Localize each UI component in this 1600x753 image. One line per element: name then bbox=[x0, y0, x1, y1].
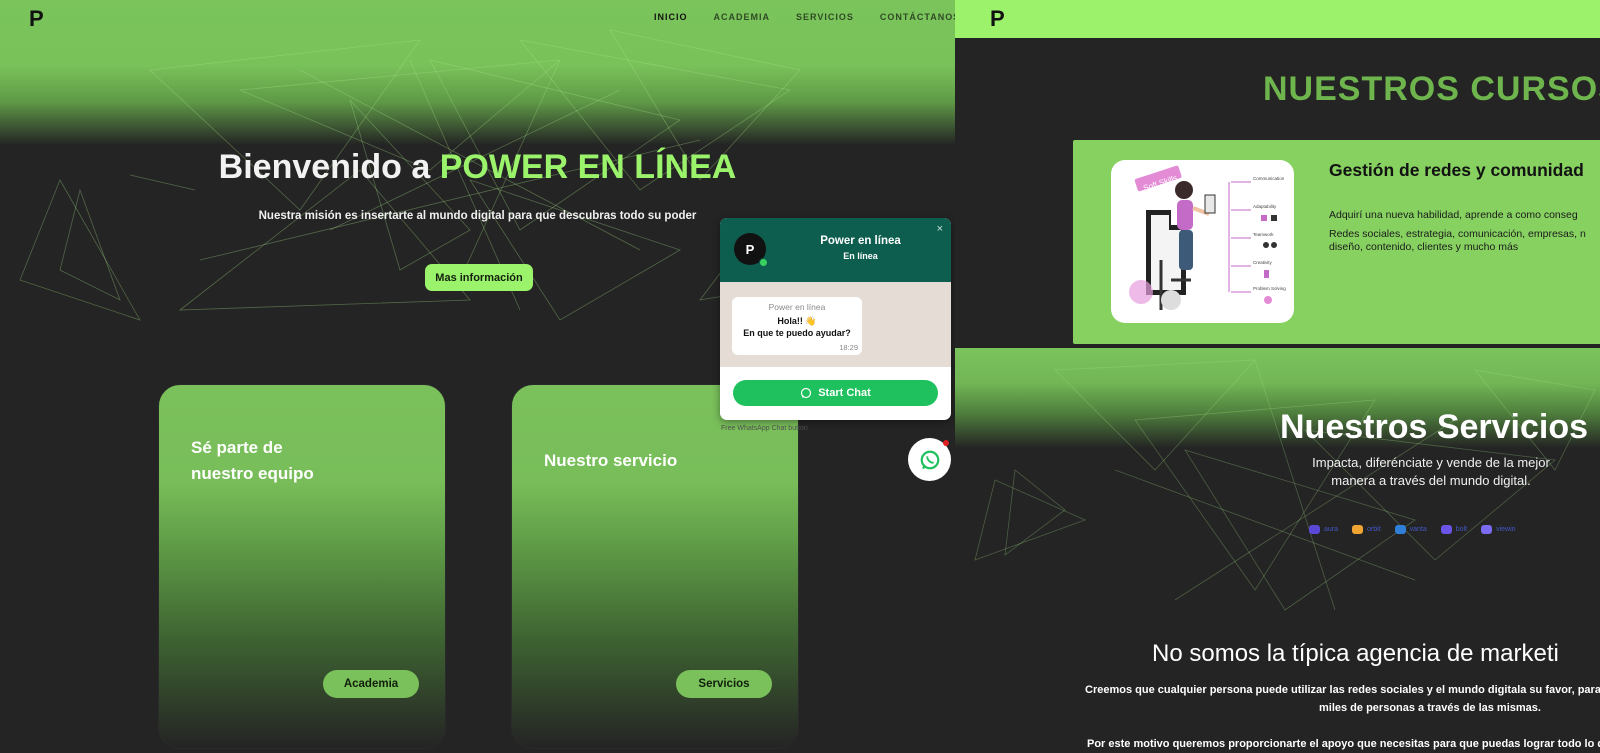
brand-logo-vanta: vanta bbox=[1394, 525, 1427, 534]
more-info-button[interactable]: Mas información bbox=[425, 264, 533, 291]
service-card-title: Nuestro servicio bbox=[544, 451, 678, 470]
close-icon[interactable]: × bbox=[937, 223, 943, 235]
message-sender: Power en línea bbox=[768, 302, 826, 312]
courses-title: NUESTROS CURSOS bbox=[1263, 70, 1600, 108]
nav-academia[interactable]: ACADEMIA bbox=[714, 12, 771, 22]
agency-title: No somos la típica agencia de marketi bbox=[1152, 640, 1559, 667]
course-title: Gestión de redes y comunidad bbox=[1329, 160, 1584, 180]
free-whatsapp-link[interactable]: Free WhatsApp Chat button bbox=[721, 425, 808, 432]
nav-servicios[interactable]: SERVICIOS bbox=[796, 12, 854, 22]
academia-button[interactable]: Academia bbox=[323, 670, 419, 698]
bolt-icon bbox=[1440, 525, 1452, 534]
aura-icon bbox=[1309, 525, 1320, 534]
brand-logo-aura: aura bbox=[1309, 525, 1338, 534]
vanta-icon bbox=[1394, 525, 1406, 534]
whatsapp-chat-popup: P Power en línea En línea × Power en lín… bbox=[720, 218, 951, 420]
academy-page-panel: P NUESTROS CURSOS Soft Skills Communicat… bbox=[955, 0, 1600, 753]
nav-contactanos[interactable]: CONTÁCTANOS bbox=[880, 12, 955, 22]
online-indicator bbox=[759, 258, 768, 267]
orbit-icon bbox=[1352, 525, 1364, 534]
top-bar bbox=[955, 0, 1600, 38]
svg-text:Adaptability: Adaptability bbox=[1253, 204, 1277, 209]
hero-title: Bienvenido a POWER EN LÍNEA bbox=[0, 148, 955, 187]
agency-paragraph-1-line-2: miles de personas a través de las mismas… bbox=[1319, 702, 1541, 714]
chat-body: Power en línea Hola!! 👋 En que te puedo … bbox=[720, 282, 951, 367]
chat-status: En línea bbox=[843, 251, 878, 261]
course-card: Soft Skills Communication Adaptability T… bbox=[1073, 140, 1600, 344]
whatsapp-icon bbox=[920, 450, 939, 469]
hero-title-brand: POWER EN LÍNEA bbox=[439, 148, 737, 186]
message-time: 18:29 bbox=[839, 343, 858, 352]
svg-text:Creativity: Creativity bbox=[1253, 260, 1273, 265]
chat-message-bubble: Power en línea Hola!! 👋 En que te puedo … bbox=[732, 297, 862, 355]
start-chat-button[interactable]: Start Chat bbox=[733, 380, 938, 406]
join-team-title: Sé parte de nuestro equipo bbox=[191, 438, 314, 483]
whatsapp-icon bbox=[801, 387, 812, 399]
svg-text:Problem Solving: Problem Solving bbox=[1253, 286, 1286, 291]
agency-paragraph-1-line-1: Creemos que cualquier persona puede util… bbox=[1085, 684, 1600, 696]
svg-text:Teamwork: Teamwork bbox=[1253, 232, 1274, 237]
svg-text:Communication: Communication bbox=[1253, 176, 1285, 181]
notification-badge bbox=[943, 440, 949, 446]
start-chat-label: Start Chat bbox=[818, 387, 871, 399]
home-page-panel: P INICIO ACADEMIA SERVICIOS CONTÁCTANOS … bbox=[0, 0, 955, 753]
chat-header: P Power en línea En línea × bbox=[720, 218, 951, 282]
hero-title-prefix: Bienvenido a bbox=[218, 148, 440, 186]
brand-logo-viewio: viewio bbox=[1481, 525, 1516, 534]
course-description-2: Redes sociales, estrategia, comunicación… bbox=[1329, 228, 1586, 253]
servicios-button[interactable]: Servicios bbox=[676, 670, 772, 698]
site-logo[interactable]: P bbox=[990, 6, 1005, 32]
brand-logo-bolt: bolt bbox=[1440, 525, 1467, 534]
site-logo[interactable]: P bbox=[29, 6, 44, 32]
soft-skills-illustration: Soft Skills Communication Adaptability T… bbox=[1111, 160, 1294, 323]
message-line-1: Hola!! 👋 bbox=[777, 316, 817, 326]
services-title: Nuestros Servicios bbox=[1280, 408, 1589, 446]
nav-inicio[interactable]: INICIO bbox=[654, 12, 688, 22]
main-nav: INICIO ACADEMIA SERVICIOS CONTÁCTANOS bbox=[654, 12, 955, 22]
service-card: Nuestro servicio Servicios bbox=[511, 384, 799, 749]
course-description-1: Adquirí una nueva habilidad, aprende a c… bbox=[1329, 209, 1578, 221]
viewio-icon bbox=[1481, 525, 1493, 534]
chat-contact-name: Power en línea bbox=[820, 235, 901, 247]
partner-logos: aura orbit vanta bolt viewio bbox=[1309, 525, 1516, 534]
brand-logo-orbit: orbit bbox=[1352, 525, 1381, 534]
services-subtitle: Impacta, diferénciate y vende de la mejo… bbox=[1312, 455, 1550, 488]
join-team-card: Sé parte de nuestro equipo Academia bbox=[158, 384, 446, 749]
agency-paragraph-2: Por este motivo queremos proporcionarte … bbox=[1087, 738, 1600, 750]
message-line-2: En que te puedo ayudar? bbox=[743, 328, 851, 338]
